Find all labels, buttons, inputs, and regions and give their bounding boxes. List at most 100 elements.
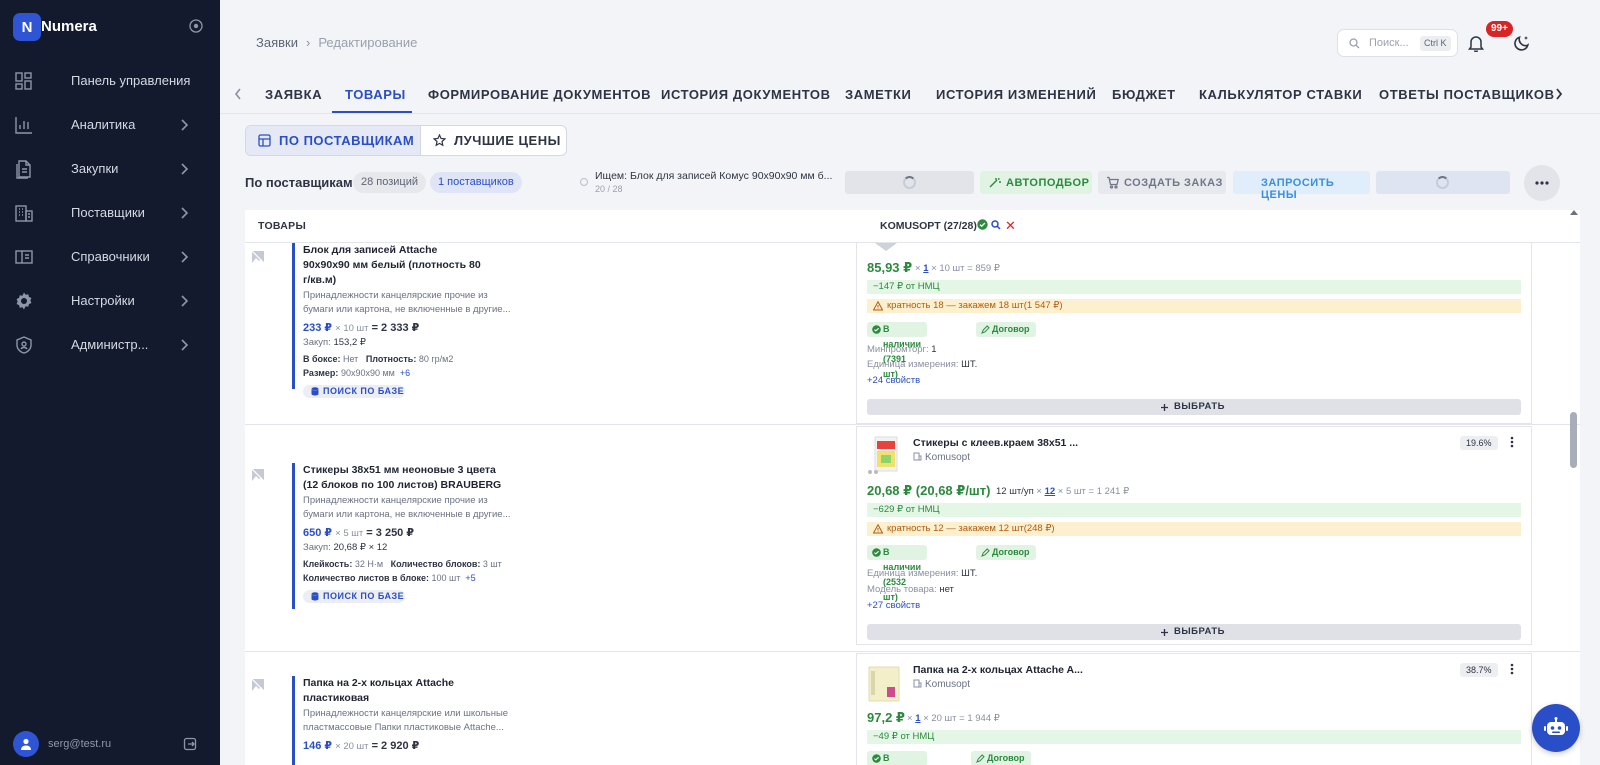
goods-price: 146 ₽ × 20 шт = 2 920 ₽ [303,739,522,752]
multiplier-total: × 20 шт = 1 944 ₽ [923,713,1000,724]
database-icon [311,592,319,601]
more-properties-link[interactable]: +24 свойств [867,375,920,386]
breadcrumb-item[interactable]: Заявки [256,35,298,50]
sidebar-item-settings[interactable]: Настройки [0,279,220,323]
search-database-button[interactable]: ПОИСК ПО БАЗЕ [303,385,405,398]
check-circle-icon [872,548,881,557]
match-percent-badge: 38.7% [1460,663,1498,677]
offer-property: Единица измерения: ШТ. [867,359,977,370]
user-email: serg@test.ru [48,738,112,750]
multiplier-value[interactable]: 12 [1045,486,1056,497]
sidebar-item-label: Аналитика [71,117,136,132]
grid-header: ТОВАРЫ KOMUSOPT (27/28) ✕ [245,210,1580,243]
building-icon [913,679,922,688]
offer-price: 20,68 ₽ (20,68 ₽/шт) [867,483,991,498]
by-suppliers-button[interactable]: ПО ПОСТАВЩИКАМ [246,126,421,155]
create-order-button[interactable]: СОЗДАТЬ ЗАКАЗ [1098,171,1226,194]
tab-budget[interactable]: БЮДЖЕТ [1112,87,1176,102]
prop-key: Минпромторг: [867,344,929,355]
offer-title[interactable]: Папка на 2-х кольцах Attache A... [913,664,1083,676]
more-properties-link[interactable]: +27 свойств [867,600,920,611]
sidebar-item-analytics[interactable]: Аналитика [0,103,220,147]
tab-notes[interactable]: ЗАМЕТКИ [845,87,911,102]
multiplier-value[interactable]: 1 [915,713,920,724]
request-prices-label: ЗАПРОСИТЬ ЦЕНЫ [1261,177,1335,201]
chevron-right-icon[interactable] [1555,87,1563,101]
scrollbar-thumb[interactable] [1570,412,1577,468]
tab-rate-calculator[interactable]: КАЛЬКУЛЯТОР СТАВКИ [1199,87,1362,102]
price-value: 146 ₽ [303,740,333,752]
sidebar-item-label: Панель управления [71,73,191,88]
sidebar-item-purchases[interactable]: Закупки [0,147,220,191]
goods-description: Принадлежности канцелярские или школьные… [303,708,509,733]
sidebar-item-suppliers[interactable]: Поставщики [0,191,220,235]
pen-icon [981,325,990,334]
sidebar-item-dashboard[interactable]: Панель управления [0,59,220,103]
prop-value: 1 [931,344,937,355]
column-supplier-header: KOMUSOPT (27/28) [880,220,977,232]
request-prices-button[interactable]: ЗАПРОСИТЬ ЦЕНЫ [1233,171,1370,201]
prop-value: 90x90x90 мм [340,368,395,378]
grid-scrollbar[interactable] [1567,210,1580,765]
tab-supplier-responses[interactable]: ОТВЕТЫ ПОСТАВЩИКОВ [1379,87,1555,102]
tab-document-history[interactable]: ИСТОРИЯ ДОКУМЕНТОВ [661,87,831,102]
best-prices-button[interactable]: ЛУЧШИЕ ЦЕНЫ [421,126,566,155]
search-icon [1349,38,1360,49]
tab-document-forming[interactable]: ФОРМИРОВАНИЕ ДОКУМЕНТОВ [428,87,651,102]
dashboard-icon [14,71,34,91]
select-offer-button[interactable]: ВЫБРАТЬ [867,624,1521,640]
more-props-link[interactable]: +5 [465,573,475,583]
magic-wand-icon [989,177,1001,188]
multiplier-value[interactable]: 1 [923,263,928,274]
prop-key: Модель товара: [867,584,937,595]
moon-icon[interactable] [1514,34,1531,51]
more-props-link[interactable]: +6 [400,368,410,378]
scroll-up-icon[interactable] [1570,210,1578,215]
offer-price: 97,2 ₽ [867,710,905,725]
prop-key: Клейкость: [303,559,353,569]
more-options-button[interactable] [1524,165,1560,201]
sidebar-item-references[interactable]: Справочники [0,235,220,279]
supplier-search-icon[interactable] [991,220,1001,230]
chevron-right-icon [180,250,190,264]
suppliers-chip[interactable]: 1 поставщиков [430,172,522,193]
document-icon [14,159,34,179]
search-database-button[interactable]: ПОИСК ПО БАЗЕ [303,590,405,603]
sidebar-item-admin[interactable]: Администр... [0,323,220,367]
autopick-button[interactable]: АВТОПОДБОР [980,171,1092,194]
goods-price: 233 ₽ × 10 шт = 2 333 ₽ [303,321,522,334]
remove-supplier-icon[interactable]: ✕ [1005,219,1016,232]
tab-change-history[interactable]: ИСТОРИЯ ИЗМЕНЕНИЙ [936,87,1096,102]
user-profile[interactable]: serg@test.ru [13,731,213,757]
more-vertical-icon[interactable] [1510,663,1514,675]
loading-button[interactable] [845,171,974,194]
select-offer-button[interactable]: ВЫБРАТЬ [867,399,1521,415]
goods-details: Блок для записей Attache 90x90x90 мм бел… [292,243,522,398]
offer-title[interactable]: Стикеры с клеев.краем 38х51 ... [913,437,1078,449]
assistant-bot-button[interactable] [1532,704,1580,752]
logout-icon[interactable] [183,737,197,751]
prop-key: Количество блоков: [390,559,481,569]
goods-title: Стикеры 38х51 мм неоновые 3 цвета (12 бл… [303,464,502,491]
bell-icon[interactable] [1468,34,1484,52]
tab-request[interactable]: ЗАЯВКА [265,87,322,102]
chevron-left-icon[interactable] [234,87,242,101]
stock-tag: В наличии (7391 шт) [867,322,927,379]
pin-sidebar-icon[interactable] [189,19,203,33]
contract-text: Договор [992,547,1030,557]
price-qty: × 20 шт [335,741,369,752]
supplier-offer-card: Стикеры с клеев.краем 38х51 ... Komusopt… [856,426,1532,645]
search-input[interactable]: Поиск... Ctrl K [1337,29,1458,57]
loading-button[interactable] [1376,171,1510,194]
warning-text: кратность 18 — закажем 18 шт(1 547 ₽) [887,300,1063,311]
contract-text: Договор [992,324,1030,334]
more-vertical-icon[interactable] [1510,436,1514,448]
positions-chip: 28 позиций [353,172,427,193]
gear-icon [14,291,34,311]
chevron-right-icon [180,118,190,132]
chevron-right-icon [180,162,190,176]
offer-property: Модель товара: нет [867,584,954,595]
notifications-badge: 99+ [1486,21,1513,37]
tab-goods[interactable]: ТОВАРЫ [345,87,406,102]
tabs-bar: ЗАЯВКА ТОВАРЫ ФОРМИРОВАНИЕ ДОКУМЕНТОВ ИС… [220,74,1600,114]
